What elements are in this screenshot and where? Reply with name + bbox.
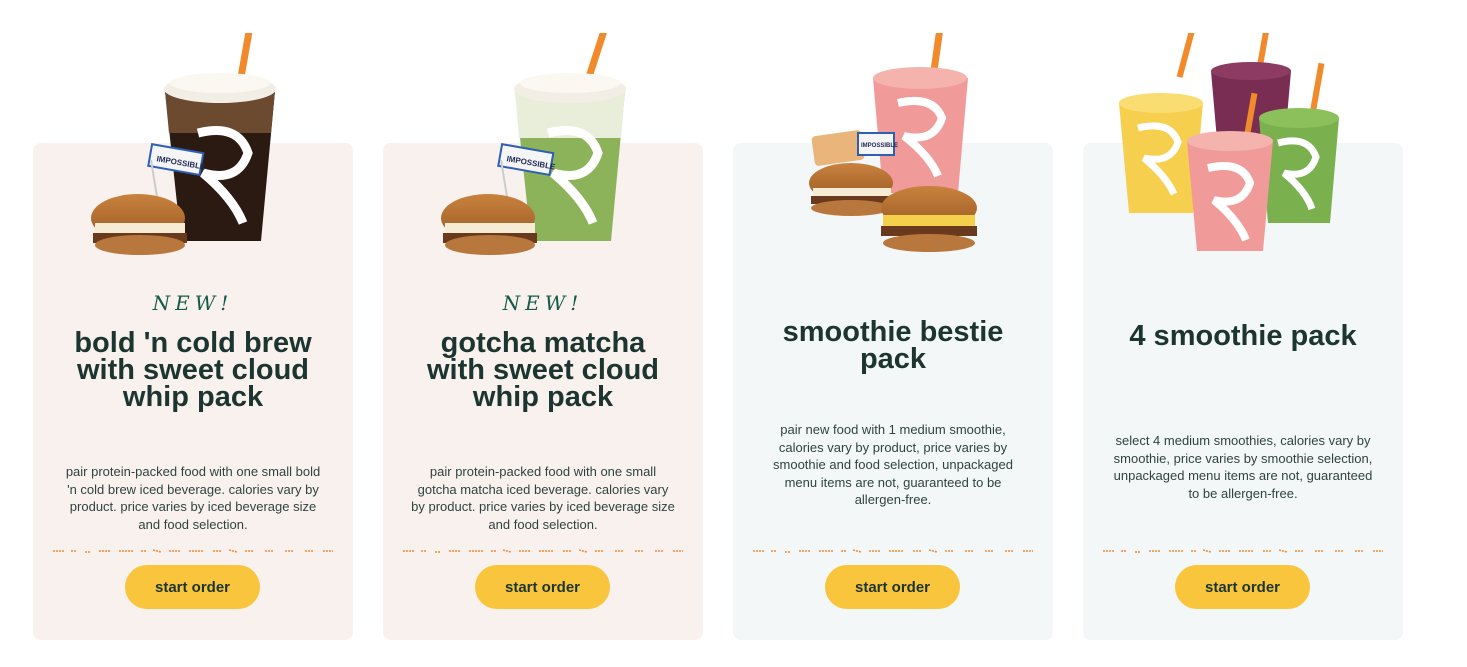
divider: [53, 549, 333, 553]
product-card-matcha[interactable]: IMPOSSIBLE NEW! gotcha matcha with sweet…: [383, 33, 703, 640]
card-title: gotcha matcha with sweet cloud whip pack: [426, 327, 660, 413]
new-badge: NEW!: [152, 291, 234, 315]
divider: [403, 549, 683, 553]
card-description: pair protein-packed food with one small …: [65, 464, 321, 532]
start-order-button[interactable]: start order: [125, 565, 260, 609]
card-title: smoothie bestie pack: [782, 316, 1004, 375]
product-card-cold-brew[interactable]: IMPOSSIBLE NEW! bold 'n cold brew with s…: [33, 33, 353, 640]
card-description: select 4 medium smoothies, calories vary…: [1113, 433, 1373, 501]
smoothie-and-sandwiches-image: IMPOSSIBLE: [809, 33, 977, 252]
card-title: 4 smoothie pack: [1129, 320, 1357, 352]
start-order-button[interactable]: start order: [475, 565, 610, 609]
product-card-four-smoothies[interactable]: 4 smoothie pack select 4 medium smoothie…: [1083, 33, 1403, 640]
start-order-button[interactable]: start order: [825, 565, 960, 609]
product-card-smoothie-bestie[interactable]: IMPOSSIBLE smoothie bestie pack pair new…: [733, 33, 1053, 640]
new-badge: NEW!: [502, 291, 584, 315]
svg-text:IMPOSSIBLE: IMPOSSIBLE: [861, 143, 898, 149]
start-order-button[interactable]: start order: [1175, 565, 1310, 609]
divider: [1103, 549, 1383, 553]
cold-brew-and-sandwich-image: IMPOSSIBLE: [91, 33, 276, 255]
card-description: pair protein-packed food with one small …: [411, 464, 675, 532]
four-smoothies-image: [1119, 33, 1339, 251]
divider: [753, 549, 1033, 553]
card-description: pair new food with 1 medium smoothie, ca…: [773, 422, 1013, 507]
matcha-and-sandwich-image: IMPOSSIBLE: [441, 33, 626, 255]
card-title: bold 'n cold brew with sweet cloud whip …: [74, 327, 312, 413]
